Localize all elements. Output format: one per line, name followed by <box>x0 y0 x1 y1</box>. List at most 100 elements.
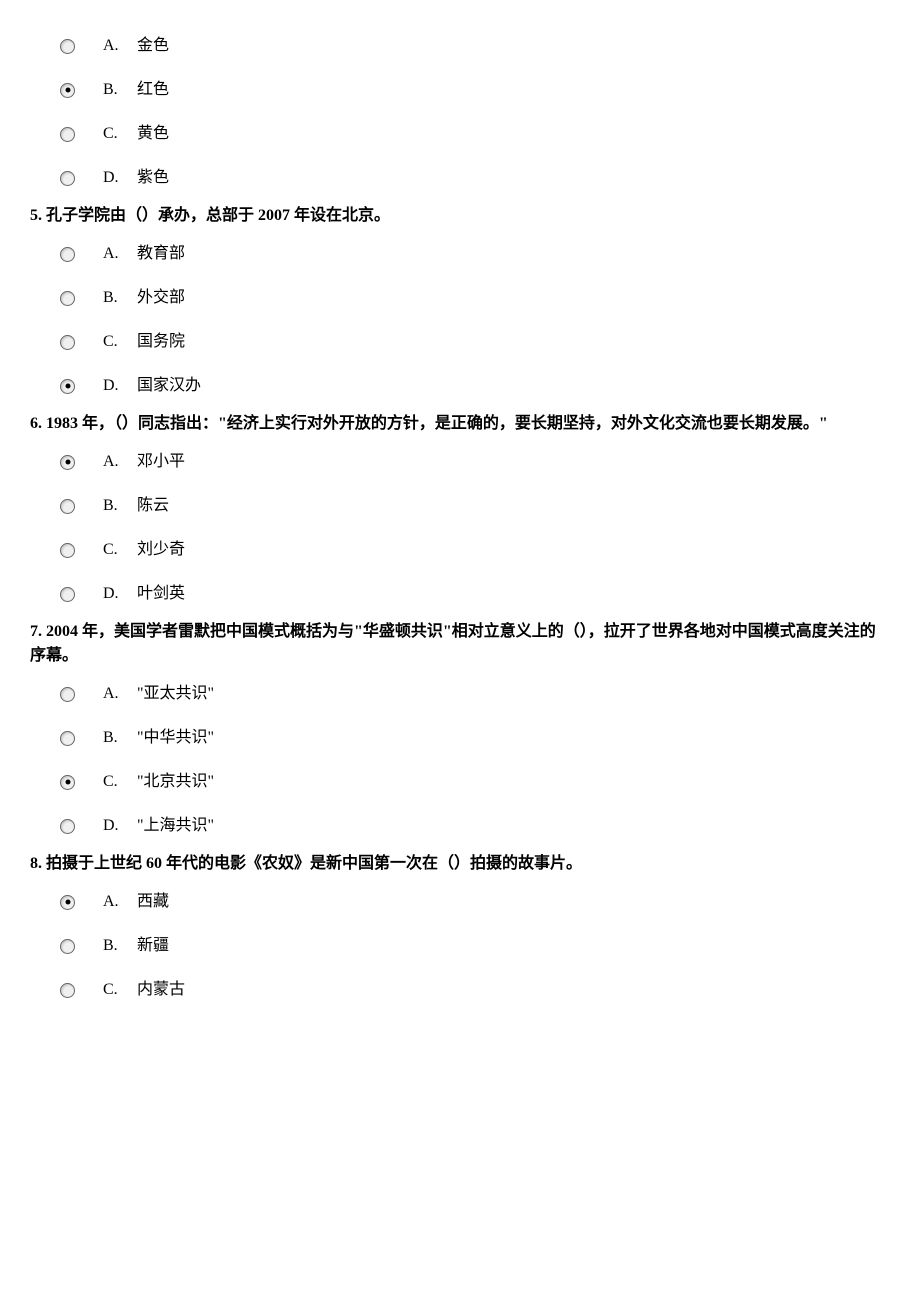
option-row[interactable]: C. 黄色 <box>60 116 890 152</box>
option-text: 教育部 <box>133 245 185 262</box>
option-label: A. 教育部 <box>103 242 185 266</box>
option-text: 叶剑英 <box>133 585 185 602</box>
radio-button[interactable] <box>60 687 75 702</box>
option-text: 金色 <box>133 37 169 54</box>
option-text: 国家汉办 <box>133 377 201 394</box>
radio-button[interactable] <box>60 895 75 910</box>
option-letter: A. <box>103 34 133 58</box>
option-row[interactable]: B. 新疆 <box>60 928 890 964</box>
question-text: 5. 孔子学院由（）承办，总部于 2007 年设在北京。 <box>30 204 890 228</box>
option-row[interactable]: D. 国家汉办 <box>60 368 890 404</box>
option-row[interactable]: B. 红色 <box>60 72 890 108</box>
option-letter: D. <box>103 582 133 606</box>
option-label: A. 西藏 <box>103 890 169 914</box>
option-letter: C. <box>103 770 133 794</box>
option-row[interactable]: D. 紫色 <box>60 160 890 196</box>
option-label: D. "上海共识" <box>103 814 214 838</box>
option-letter: A. <box>103 242 133 266</box>
option-letter: B. <box>103 726 133 750</box>
option-text: 陈云 <box>133 497 169 514</box>
option-label: A. 金色 <box>103 34 169 58</box>
question-number: 5. <box>30 207 42 224</box>
option-label: C. 黄色 <box>103 122 169 146</box>
option-letter: D. <box>103 374 133 398</box>
radio-button[interactable] <box>60 171 75 186</box>
question-text: 7. 2004 年，美国学者雷默把中国模式概括为与"华盛顿共识"相对立意义上的（… <box>30 620 890 668</box>
option-label: C. "北京共识" <box>103 770 214 794</box>
option-row[interactable]: B. "中华共识" <box>60 720 890 756</box>
option-text: "北京共识" <box>133 773 214 790</box>
radio-button[interactable] <box>60 499 75 514</box>
option-row[interactable]: D. 叶剑英 <box>60 576 890 612</box>
option-row[interactable]: A. 西藏 <box>60 884 890 920</box>
radio-button[interactable] <box>60 983 75 998</box>
option-letter: D. <box>103 166 133 190</box>
option-letter: C. <box>103 978 133 1002</box>
option-row[interactable]: C. 内蒙古 <box>60 972 890 1008</box>
option-label: A. 邓小平 <box>103 450 185 474</box>
option-row[interactable]: A. 邓小平 <box>60 444 890 480</box>
radio-button[interactable] <box>60 939 75 954</box>
radio-button[interactable] <box>60 83 75 98</box>
option-letter: B. <box>103 78 133 102</box>
question-number: 8. <box>30 855 42 872</box>
radio-button[interactable] <box>60 247 75 262</box>
radio-button[interactable] <box>60 39 75 54</box>
option-text: "亚太共识" <box>133 685 214 702</box>
option-row[interactable]: A. 金色 <box>60 28 890 64</box>
option-letter: C. <box>103 122 133 146</box>
option-row[interactable]: B. 陈云 <box>60 488 890 524</box>
option-letter: C. <box>103 538 133 562</box>
option-label: D. 叶剑英 <box>103 582 185 606</box>
radio-button[interactable] <box>60 731 75 746</box>
option-text: 外交部 <box>133 289 185 306</box>
radio-button[interactable] <box>60 819 75 834</box>
option-text: "中华共识" <box>133 729 214 746</box>
option-text: 黄色 <box>133 125 169 142</box>
option-text: 红色 <box>133 81 169 98</box>
radio-button[interactable] <box>60 587 75 602</box>
option-row[interactable]: C. 国务院 <box>60 324 890 360</box>
option-letter: C. <box>103 330 133 354</box>
option-row[interactable]: B. 外交部 <box>60 280 890 316</box>
option-text: 紫色 <box>133 169 169 186</box>
question-text: 6. 1983 年，（）同志指出："经济上实行对外开放的方针，是正确的，要长期坚… <box>30 412 890 436</box>
option-label: B. 外交部 <box>103 286 185 310</box>
radio-button[interactable] <box>60 543 75 558</box>
option-letter: B. <box>103 934 133 958</box>
option-label: C. 内蒙古 <box>103 978 185 1002</box>
option-letter: B. <box>103 286 133 310</box>
radio-button[interactable] <box>60 127 75 142</box>
option-row[interactable]: D. "上海共识" <box>60 808 890 844</box>
option-letter: A. <box>103 682 133 706</box>
option-label: B. 新疆 <box>103 934 169 958</box>
option-label: C. 刘少奇 <box>103 538 185 562</box>
option-text: 内蒙古 <box>133 981 185 998</box>
option-letter: B. <box>103 494 133 518</box>
option-row[interactable]: A. 教育部 <box>60 236 890 272</box>
option-label: B. 陈云 <box>103 494 169 518</box>
option-row[interactable]: A. "亚太共识" <box>60 676 890 712</box>
quiz-container: A. 金色 B. 红色 C. 黄色 D. 紫色 5. 孔子学院由（）承办，总部于 200… <box>30 28 890 1008</box>
radio-button[interactable] <box>60 775 75 790</box>
option-letter: D. <box>103 814 133 838</box>
radio-button[interactable] <box>60 335 75 350</box>
option-label: A. "亚太共识" <box>103 682 214 706</box>
option-text: 刘少奇 <box>133 541 185 558</box>
option-text: 西藏 <box>133 893 169 910</box>
option-text: 国务院 <box>133 333 185 350</box>
radio-button[interactable] <box>60 291 75 306</box>
option-label: D. 紫色 <box>103 166 169 190</box>
question-number: 6. <box>30 415 42 432</box>
radio-button[interactable] <box>60 455 75 470</box>
question-text: 8. 拍摄于上世纪 60 年代的电影《农奴》是新中国第一次在（）拍摄的故事片。 <box>30 852 890 876</box>
option-label: B. 红色 <box>103 78 169 102</box>
option-text: 邓小平 <box>133 453 185 470</box>
radio-button[interactable] <box>60 379 75 394</box>
option-text: "上海共识" <box>133 817 214 834</box>
option-row[interactable]: C. 刘少奇 <box>60 532 890 568</box>
option-label: C. 国务院 <box>103 330 185 354</box>
option-text: 新疆 <box>133 937 169 954</box>
question-number: 7. <box>30 623 42 640</box>
option-row[interactable]: C. "北京共识" <box>60 764 890 800</box>
